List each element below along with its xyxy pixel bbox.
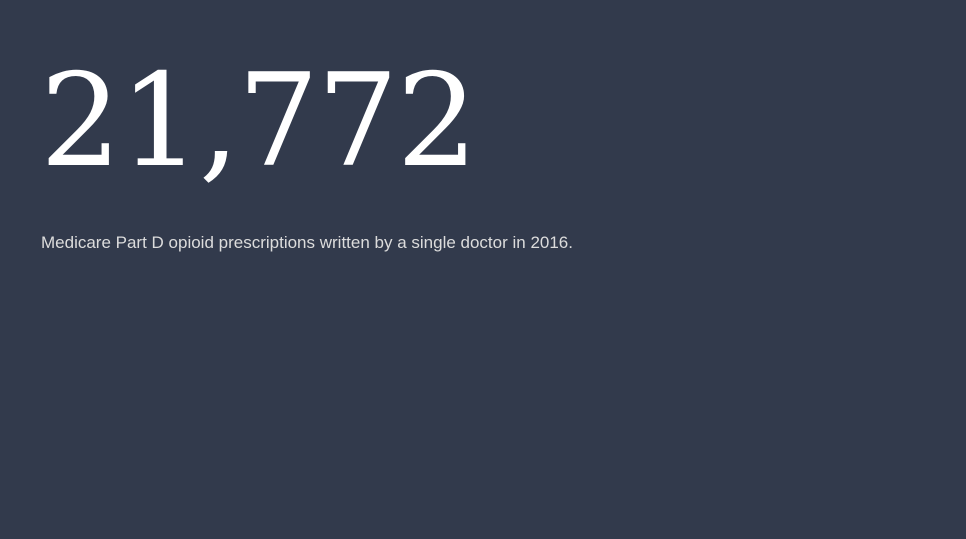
stat-slide: 21,772 Medicare Part D opioid prescripti… bbox=[0, 0, 966, 539]
stat-caption: Medicare Part D opioid prescriptions wri… bbox=[41, 233, 573, 252]
stat-value: 21,772 bbox=[40, 47, 478, 196]
